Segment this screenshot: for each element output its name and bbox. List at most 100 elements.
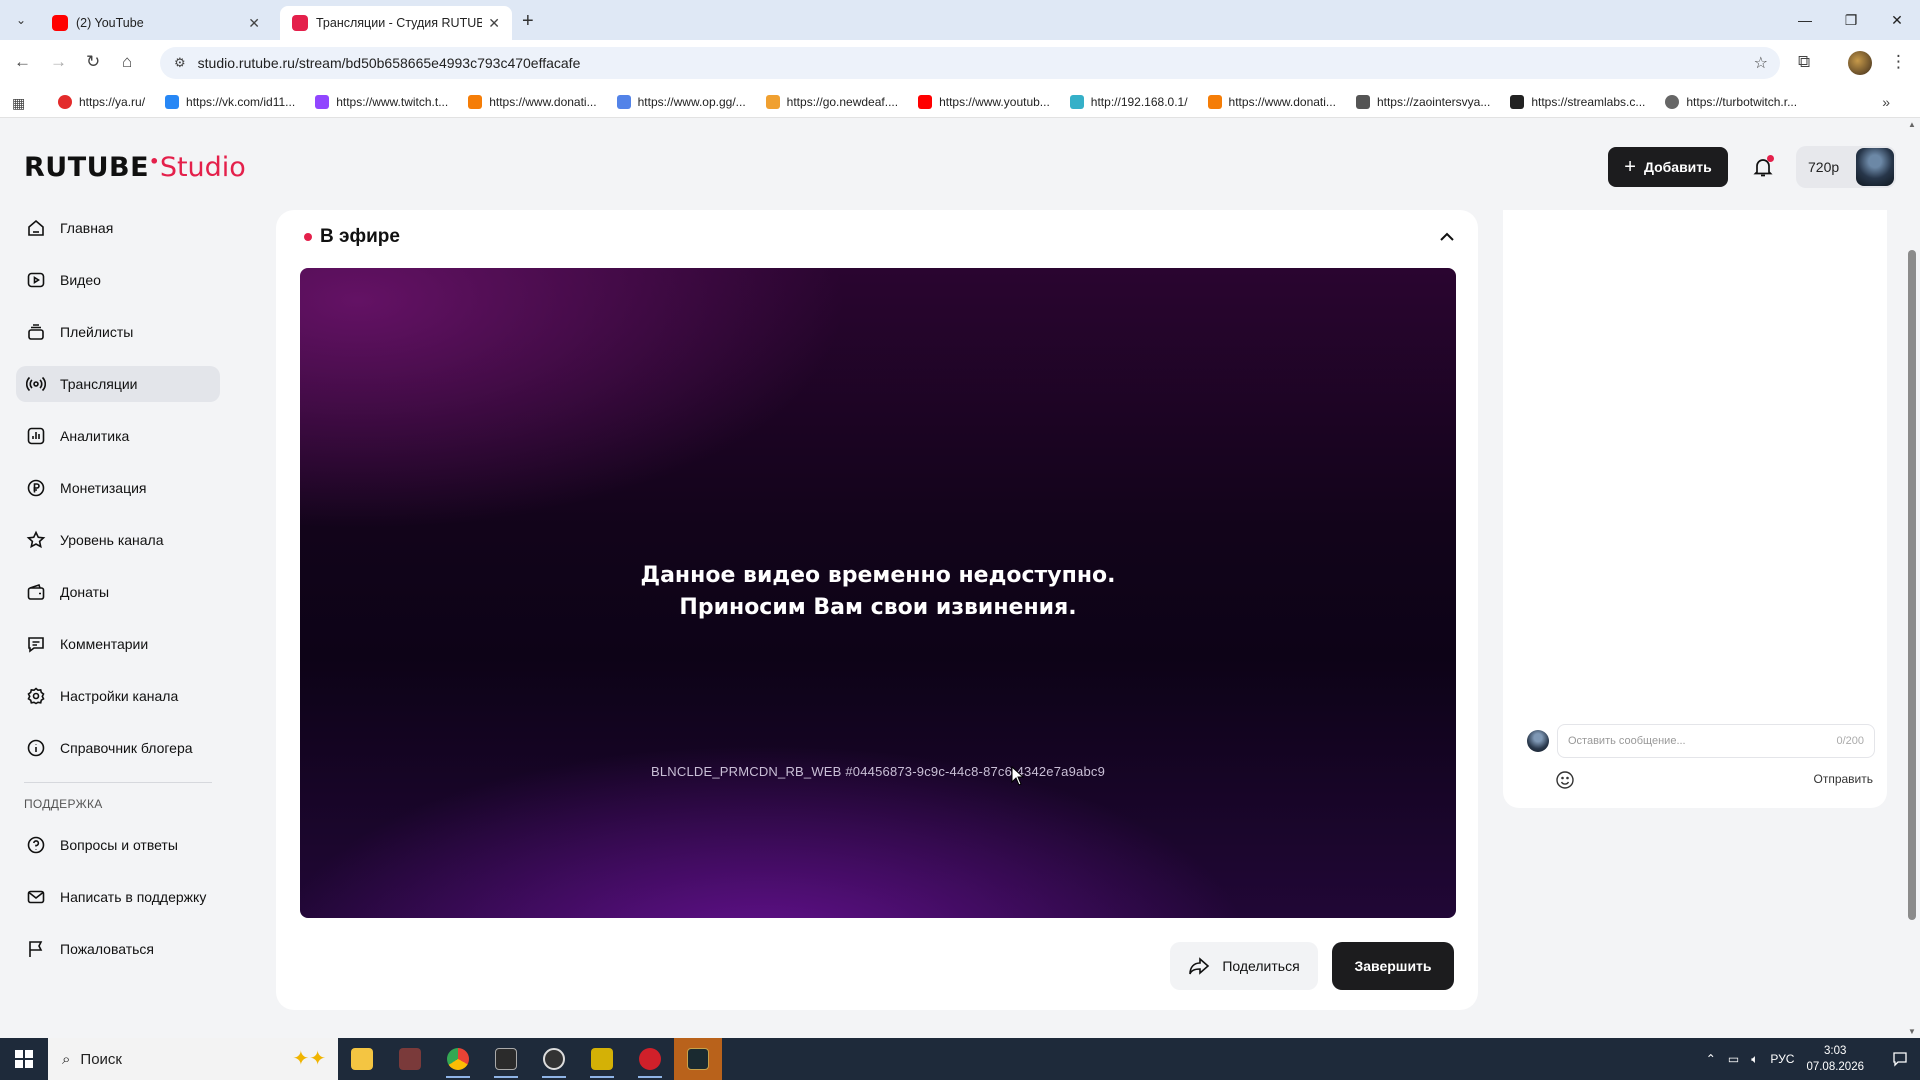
wallet-icon (24, 580, 48, 604)
home-page-icon[interactable]: ⌂ (122, 52, 132, 72)
sidebar-item-donations[interactable]: Донаты (16, 574, 220, 610)
audio-mixer-icon[interactable] (482, 1038, 530, 1080)
clock[interactable]: 3:03 07.08.2026 (1806, 1043, 1864, 1075)
tab-rutube-studio[interactable]: Трансляции - Студия RUTUBE ✕ (280, 6, 512, 40)
support-section-title: ПОДДЕРЖКА (24, 797, 103, 811)
back-icon[interactable]: ← (14, 52, 31, 72)
finish-stream-button[interactable]: Завершить (1332, 942, 1454, 990)
language-indicator[interactable]: РУС (1770, 1052, 1794, 1066)
close-window-icon[interactable]: ✕ (1874, 0, 1920, 40)
chrome-icon[interactable] (434, 1038, 482, 1080)
bookmark-item[interactable]: https://www.donati... (468, 94, 597, 109)
scroll-down-icon[interactable]: ▼ (1908, 1027, 1916, 1036)
file-explorer-icon[interactable] (338, 1038, 386, 1080)
rutube-studio-logo[interactable]: RUTUBE•Studio (24, 152, 246, 183)
bookmark-item[interactable]: https://go.newdeaf.... (765, 94, 898, 109)
video-unavailable-message: Данное видео временно недоступно. Принос… (640, 563, 1116, 620)
address-bar[interactable]: ⚙ studio.rutube.ru/stream/bd50b658665e49… (160, 47, 1780, 79)
chevron-up-icon[interactable] (1438, 228, 1456, 251)
reload-icon[interactable]: ↻ (86, 52, 100, 72)
playlist-icon (24, 320, 48, 344)
notification-center-icon[interactable] (1880, 1051, 1920, 1067)
mail-icon (24, 885, 48, 909)
browser-menu-icon[interactable]: ⋮ (1890, 52, 1907, 72)
donationalerts-icon (468, 94, 483, 109)
streaming-app-icon[interactable] (626, 1038, 674, 1080)
flag-icon (24, 937, 48, 961)
extensions-icon[interactable]: ⧉ (1798, 52, 1810, 72)
notification-badge (1767, 155, 1774, 162)
question-icon (24, 833, 48, 857)
bookmark-item[interactable]: https://turbotwitch.r... (1665, 94, 1797, 109)
url-text[interactable]: studio.rutube.ru/stream/bd50b658665e4993… (198, 55, 581, 71)
comment-icon (24, 632, 48, 656)
share-button[interactable]: Поделиться (1170, 942, 1318, 990)
more-bookmarks-icon[interactable]: » (1882, 94, 1890, 110)
game-launcher-icon[interactable] (578, 1038, 626, 1080)
scroll-up-icon[interactable]: ▲ (1908, 120, 1916, 129)
new-tab-icon[interactable]: + (522, 10, 534, 33)
sidebar-item-analytics[interactable]: Аналитика (16, 418, 220, 454)
sidebar-item-playlists[interactable]: Плейлисты (16, 314, 220, 350)
profile-avatar[interactable] (1848, 51, 1872, 75)
sidebar-item-blogger-guide[interactable]: Справочник блогера (16, 730, 220, 766)
rutube-favicon-icon (292, 15, 308, 31)
add-button[interactable]: + Добавить (1608, 147, 1728, 187)
chat-panel: Оставить сообщение... 0/200 Отправить (1503, 210, 1887, 808)
sidebar-item-home[interactable]: Главная (16, 210, 220, 246)
analytics-icon (24, 424, 48, 448)
sidebar-item-report[interactable]: Пожаловаться (16, 931, 220, 967)
minimize-icon[interactable]: — (1782, 0, 1828, 40)
chat-message-input[interactable]: Оставить сообщение... 0/200 (1557, 724, 1875, 758)
home-icon (24, 216, 48, 240)
windows-start-icon[interactable] (0, 1038, 48, 1080)
apps-grid-icon[interactable]: ▦ (12, 95, 25, 112)
tray-expand-icon[interactable]: ⌃ (1706, 1052, 1716, 1066)
system-tray: ⌃ ▭ 🔈︎ РУС 3:03 07.08.2026 (1706, 1038, 1920, 1080)
network-icon[interactable]: ▭ (1728, 1052, 1739, 1066)
volume-icon[interactable]: 🔈︎ (1751, 1052, 1758, 1067)
live-indicator (304, 233, 312, 241)
bookmark-item[interactable]: https://www.donati... (1207, 94, 1336, 109)
sidebar-item-broadcasts[interactable]: Трансляции (16, 366, 220, 402)
tab-search-icon[interactable]: ⌄ (10, 9, 32, 31)
bookmark-item[interactable]: https://www.op.gg/... (616, 94, 746, 109)
tab-youtube[interactable]: (2) YouTube ✕ (40, 6, 272, 40)
sidebar-item-contact-support[interactable]: Написать в поддержку (16, 879, 220, 915)
sidebar-item-channel-level[interactable]: Уровень канала (16, 522, 220, 558)
bookmark-item[interactable]: https://ya.ru/ (58, 94, 145, 109)
league-client-icon[interactable] (674, 1038, 722, 1080)
close-icon[interactable]: ✕ (488, 15, 500, 32)
bookmark-item[interactable]: https://vk.com/id11... (165, 94, 295, 109)
newdeaf-icon (765, 94, 780, 109)
bookmark-item[interactable]: http://192.168.0.1/ (1069, 94, 1188, 109)
video-player[interactable]: Данное видео временно недоступно. Принос… (300, 268, 1456, 918)
scrollbar-thumb[interactable] (1908, 250, 1916, 920)
sidebar-item-faq[interactable]: Вопросы и ответы (16, 827, 220, 863)
page-scrollbar[interactable]: ▲ ▼ (1904, 118, 1920, 1038)
bookmark-item[interactable]: https://streamlabs.c... (1510, 94, 1645, 109)
sidebar-divider (24, 782, 212, 783)
bookmark-star-icon[interactable]: ☆ (1754, 53, 1768, 73)
sidebar-item-video[interactable]: Видео (16, 262, 220, 298)
close-icon[interactable]: ✕ (248, 15, 260, 32)
stream-card: В эфире Данное видео временно недоступно… (276, 210, 1478, 1010)
bookmark-item[interactable]: https://www.youtub... (918, 94, 1050, 109)
bookmark-item[interactable]: https://www.twitch.t... (315, 94, 448, 109)
bookmark-item[interactable]: https://zaointersvya... (1355, 94, 1490, 109)
sidebar-item-monetization[interactable]: Монетизация (16, 470, 220, 506)
youtube-icon (918, 94, 933, 109)
notifications-bell-icon[interactable] (1750, 154, 1776, 180)
taskbar-search[interactable]: ⌕ Поиск ✦✦ (48, 1038, 338, 1080)
emoji-icon[interactable] (1555, 770, 1575, 795)
restore-icon[interactable]: ❐ (1828, 0, 1874, 40)
donationalerts-icon (1207, 94, 1222, 109)
sidebar-item-comments[interactable]: Комментарии (16, 626, 220, 662)
account-menu[interactable]: 720p (1796, 146, 1896, 188)
game-app-icon[interactable] (386, 1038, 434, 1080)
obs-icon[interactable] (530, 1038, 578, 1080)
site-info-icon[interactable]: ⚙ (174, 55, 186, 71)
send-message-button[interactable]: Отправить (1813, 772, 1873, 786)
sidebar-item-channel-settings[interactable]: Настройки канала (16, 678, 220, 714)
forward-icon[interactable]: → (50, 52, 67, 72)
